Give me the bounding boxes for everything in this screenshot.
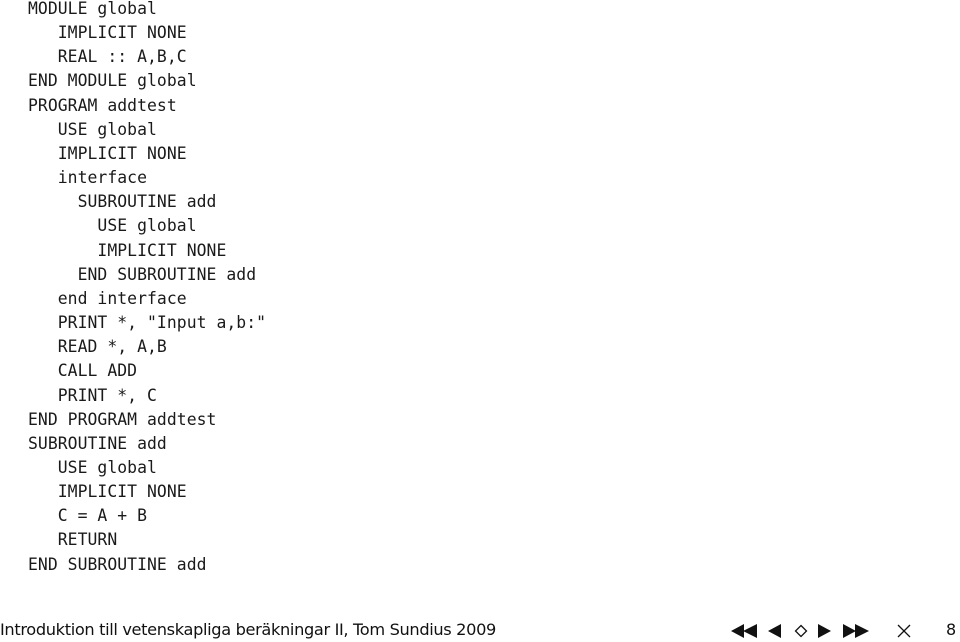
code-line: SUBROUTINE add	[28, 433, 167, 453]
code-line: PROGRAM addtest	[28, 95, 177, 115]
code-line: IMPLICIT NONE	[28, 23, 187, 43]
first-page-icon[interactable]	[731, 624, 758, 638]
code-line: C = A + B	[28, 506, 148, 526]
code-line: END PROGRAM addtest	[28, 409, 217, 429]
code-line: END SUBROUTINE add	[28, 554, 207, 574]
close-icon[interactable]	[897, 624, 911, 638]
slide-footer: Introduktion till vetenskapliga beräknin…	[0, 619, 960, 642]
code-line: PRINT *, "Input a,b:"	[28, 313, 267, 333]
code-line: SUBROUTINE add	[28, 192, 217, 212]
code-line: REAL :: A,B,C	[28, 47, 187, 67]
code-line: END SUBROUTINE add	[28, 264, 257, 284]
footer-title: Introduktion till vetenskapliga beräknin…	[0, 620, 496, 639]
code-line: RETURN	[28, 530, 118, 550]
code-listing: MODULE global IMPLICIT NONE REAL :: A,B,…	[28, 0, 266, 577]
code-line: end interface	[28, 288, 187, 308]
code-line: READ *, A,B	[28, 337, 167, 357]
code-line: PRINT *, C	[28, 385, 157, 405]
code-line: USE global	[28, 119, 157, 139]
code-line: MODULE global	[28, 0, 157, 18]
previous-page-icon[interactable]	[768, 624, 782, 638]
code-line: IMPLICIT NONE	[28, 482, 187, 502]
code-line: IMPLICIT NONE	[28, 240, 227, 260]
code-line: USE global	[28, 457, 157, 477]
code-line: IMPLICIT NONE	[28, 143, 187, 163]
code-line: USE global	[28, 216, 197, 236]
code-line: END MODULE global	[28, 71, 197, 91]
last-page-icon[interactable]	[842, 624, 869, 638]
page-number: 8	[946, 620, 957, 639]
code-line: interface	[28, 168, 148, 188]
code-line: CALL ADD	[28, 361, 138, 381]
back-icon[interactable]	[794, 624, 808, 638]
next-page-icon[interactable]	[817, 624, 831, 638]
